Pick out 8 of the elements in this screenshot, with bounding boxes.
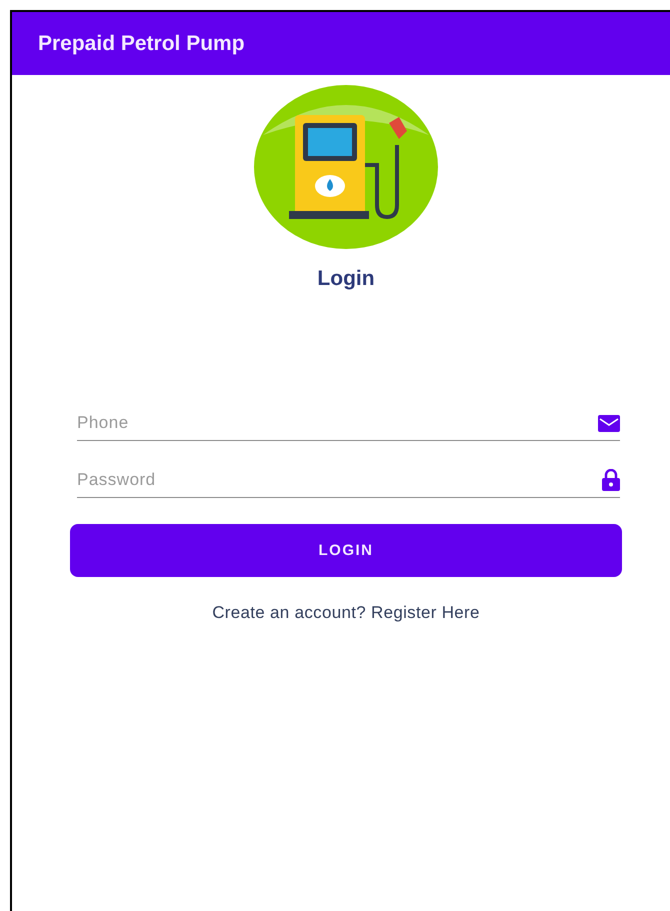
login-heading: Login [317, 267, 375, 291]
phone-field[interactable]: Phone [77, 413, 590, 433]
mail-icon [598, 414, 620, 432]
login-button[interactable]: LOGIN [70, 524, 622, 577]
register-link[interactable]: Create an account? Register Here [212, 603, 480, 623]
lock-icon [602, 469, 620, 491]
password-field[interactable]: Password [77, 470, 594, 490]
app-title: Prepaid Petrol Pump [38, 32, 245, 56]
